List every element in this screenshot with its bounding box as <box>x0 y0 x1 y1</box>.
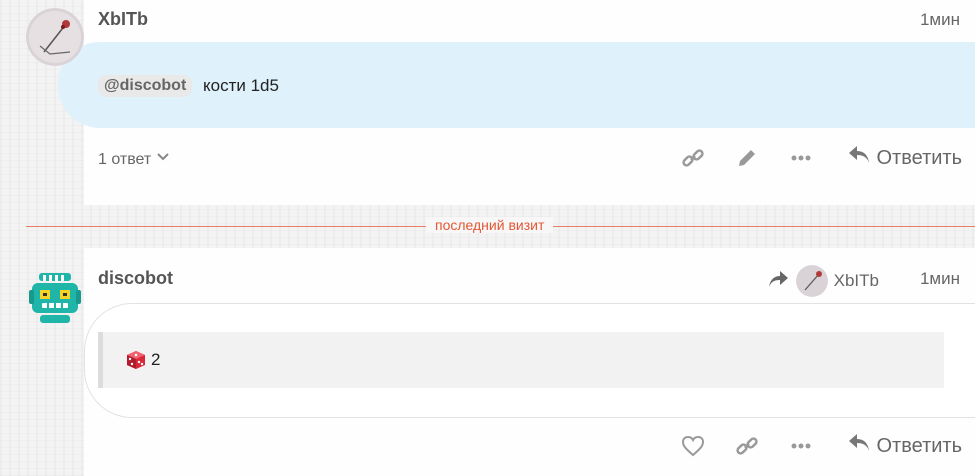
more-icon[interactable] <box>787 144 815 172</box>
replies-count: 1 ответ <box>98 150 152 168</box>
post-xbitb: XbITb 1мин @discobot кости 1d5 1 ответ О… <box>26 0 975 205</box>
reply-button[interactable]: Ответить <box>847 432 963 460</box>
reply-to-avatar <box>795 265 828 297</box>
mention-link[interactable]: @discobot <box>98 75 193 97</box>
post-highlight-bubble <box>58 42 975 128</box>
reply-label: Ответить <box>876 434 963 457</box>
reply-to-indicator[interactable]: XbITb <box>768 265 879 297</box>
post-actions: Ответить <box>653 144 963 172</box>
post-time[interactable]: 1мин <box>920 10 960 30</box>
reply-label: Ответить <box>876 146 963 169</box>
reply-arrow-icon <box>847 432 871 460</box>
dice-result-block: 2 <box>98 332 944 388</box>
chevron-down-icon <box>155 149 171 170</box>
post-actions: Ответить <box>653 432 963 460</box>
last-visit-label: последний визит <box>426 217 554 233</box>
heart-icon[interactable] <box>679 432 707 460</box>
bot-avatar[interactable] <box>26 268 84 326</box>
replies-toggle[interactable]: 1 ответ <box>98 149 171 170</box>
more-icon[interactable] <box>787 432 815 460</box>
reply-arrow-icon <box>847 144 871 172</box>
reply-to-username: XbITb <box>833 271 879 290</box>
link-icon[interactable] <box>733 432 761 460</box>
pencil-icon[interactable] <box>733 144 761 172</box>
post-username[interactable]: discobot <box>98 268 173 289</box>
dice-icon <box>126 350 146 370</box>
link-icon[interactable] <box>679 144 707 172</box>
post-discobot: discobot XbITb 1мин 2 Ответить <box>26 248 975 476</box>
post-time[interactable]: 1мин <box>920 269 960 289</box>
reply-button[interactable]: Ответить <box>847 144 963 172</box>
post-username[interactable]: XbITb <box>98 9 148 30</box>
post-message: кости 1d5 <box>203 76 279 95</box>
reply-to-arrow-icon <box>768 269 790 294</box>
user-avatar-xbitb[interactable] <box>26 8 84 66</box>
dice-value: 2 <box>151 350 161 369</box>
